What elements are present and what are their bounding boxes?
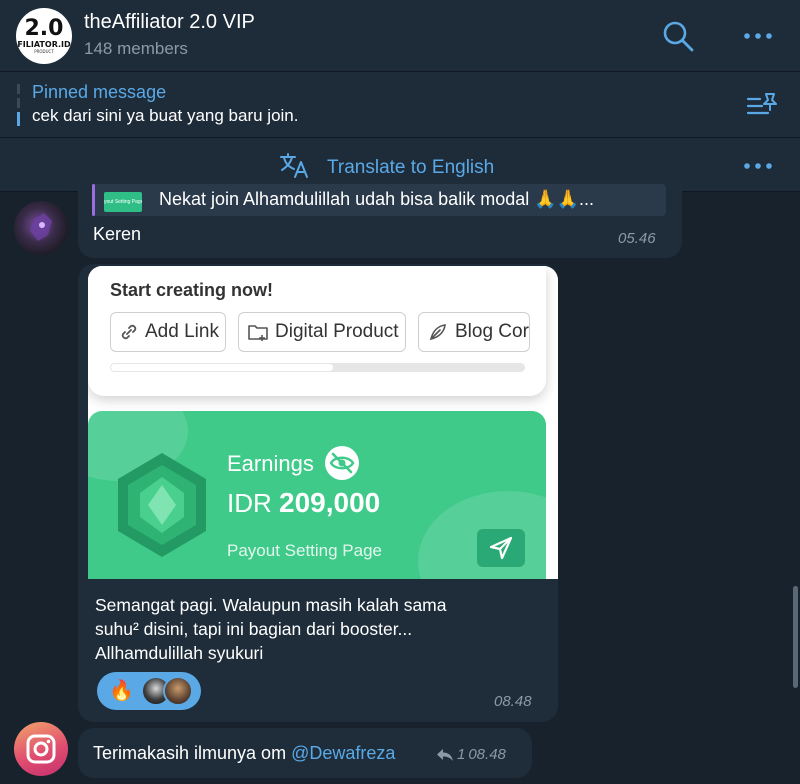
pinned-indicator [17,84,20,126]
message-text: Keren [93,224,142,244]
reply-arrow-icon [437,748,453,761]
chip-label: Digital Product [275,321,399,342]
logo-big-text: 2.0 [24,16,64,41]
reply-text: Nekat join Alhamdulillah udah bisa balik… [159,189,595,209]
card-title: Start creating now! [110,280,274,300]
message-time: 08.48 [494,693,532,710]
chat-title[interactable]: theAffiliator 2.0 VIP [84,11,255,34]
eye-off-icon [325,446,359,480]
translate-button[interactable]: Translate to English [327,157,494,179]
chat-scrollbar[interactable] [793,586,798,688]
blog-chip: Blog Cor [418,312,530,352]
sender-avatar[interactable] [14,722,68,776]
reply-count[interactable]: 1 [457,746,465,763]
sender-avatar[interactable] [14,201,68,255]
mention-link[interactable]: @Dewafreza [291,743,395,763]
message-photo[interactable]: Start creating now! Add Link Digital Pro… [88,266,558,579]
currency-label: IDR [227,488,272,518]
scroll-thumb [110,363,335,372]
message-text: Semangat pagi. Walaupun masih kalah sama… [95,593,545,665]
message-time: 05.46 [618,230,656,247]
reaction-chip[interactable]: 🔥 [97,672,201,710]
send-payout-button [477,529,525,567]
message-line: Semangat pagi. Walaupun masih kalah sama [95,595,447,615]
pinned-label: Pinned message [32,82,167,102]
link-icon [121,324,137,340]
chip-label: Blog Cor [455,321,529,342]
message-time: 08.48 [468,746,506,763]
send-icon [489,536,513,560]
member-count: 148 members [84,39,188,58]
search-icon[interactable] [660,18,696,54]
logo-tiny-text: PRODUCT [34,49,54,54]
feather-icon [429,324,446,341]
earnings-amount: IDR 209,000 [227,487,380,519]
more-options-icon[interactable] [740,24,776,48]
chip-label: Add Link [145,321,219,342]
chat-header: 2.0 FILIATOR.ID PRODUCT theAffiliator 2.… [0,0,800,72]
folder-plus-icon [248,325,268,341]
digital-product-chip: Digital Product [238,312,406,352]
translate-options-icon[interactable] [740,154,776,178]
start-creating-card: Start creating now! Add Link Digital Pro… [88,266,546,396]
earnings-card: Earnings IDR 209,000 Payout Setting Page [88,411,546,579]
translate-icon[interactable] [278,150,312,180]
pinned-text: cek dari sini ya buat yang baru join. [32,106,299,125]
pinned-list-icon[interactable] [744,90,780,120]
message-meta: 1 08.48 [436,746,506,763]
message-body: Terimakasih ilmunya om [93,743,292,763]
reply-thumbnail: yout Setting Page [104,192,142,212]
message-line: suhu² disini, tapi ini bagian dari boost… [95,619,413,639]
message-text: Terimakasih ilmunya om @Dewafreza [93,743,395,764]
fire-reaction-icon: 🔥 [109,680,134,702]
logo-small-text: FILIATOR.ID [17,40,71,49]
reply-preview[interactable]: yout Setting Page Nekat join Alhamdulill… [92,184,666,216]
gem-badge-icon [118,453,206,557]
amount-value: 209,000 [279,487,381,518]
message-line: Allhamdulillah syukuri [95,643,264,663]
payout-setting-link: Payout Setting Page [227,541,383,560]
pinned-message-bar[interactable]: Pinned message cek dari sini ya buat yan… [0,72,800,138]
scroll-track [110,363,525,372]
earnings-label: Earnings [227,451,314,476]
group-avatar[interactable]: 2.0 FILIATOR.ID PRODUCT [16,8,72,64]
add-link-chip: Add Link [110,312,226,352]
reactor-avatar [163,676,193,706]
